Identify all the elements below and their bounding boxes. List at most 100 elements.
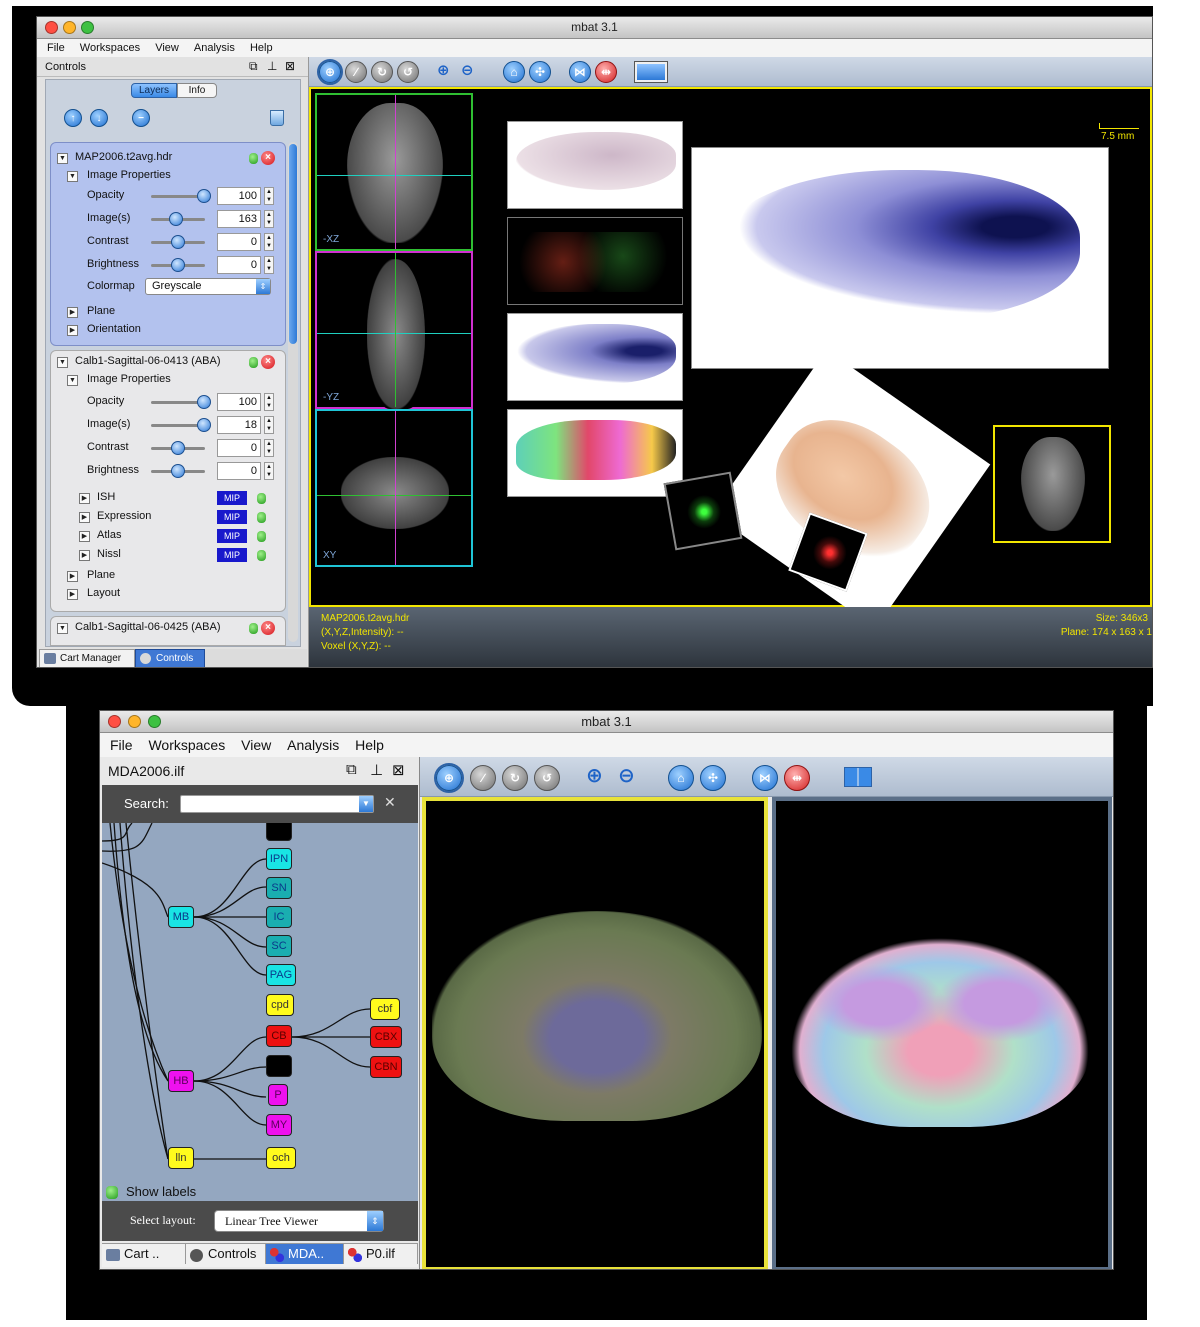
collapse-toggle[interactable]: ▼ <box>67 171 78 182</box>
brightness-slider-knob[interactable] <box>171 464 185 478</box>
tree-node-cb[interactable]: CB <box>266 1025 292 1047</box>
contrast-slider-knob[interactable] <box>171 235 185 249</box>
zoom-window-button[interactable] <box>148 715 161 728</box>
layout-select[interactable]: Linear Tree Viewer ⇕ <box>214 1210 384 1232</box>
tree-node-och[interactable]: och <box>266 1147 296 1169</box>
pin-icon[interactable]: ⊥ <box>267 59 277 73</box>
delete-layer-button[interactable]: × <box>261 151 275 165</box>
images-field[interactable]: 163 <box>217 210 261 228</box>
brightness-field[interactable]: 0 <box>217 256 261 274</box>
tree-node-lln[interactable]: lln <box>168 1147 194 1169</box>
remove-icon[interactable]: − <box>132 109 150 127</box>
tab-cart-manager[interactable]: Cart Manager <box>39 649 135 667</box>
close-panel-icon[interactable]: ⊠ <box>285 59 295 73</box>
collapse-toggle[interactable]: ▼ <box>57 357 68 368</box>
tree-node-ipn[interactable]: IPN <box>266 848 292 870</box>
visibility-toggle[interactable] <box>249 623 258 634</box>
view-xy[interactable]: XY <box>315 409 473 567</box>
tree-node-sc[interactable]: SC <box>266 935 292 957</box>
pin-icon[interactable]: ⊥ <box>370 761 383 779</box>
contrast-field[interactable]: 0 <box>217 439 261 457</box>
expand-toggle[interactable]: ▶ <box>67 307 78 318</box>
dropdown-arrow-icon[interactable]: ▼ <box>359 796 373 812</box>
viewer-left[interactable] <box>422 797 768 1269</box>
expand-toggle[interactable]: ▶ <box>67 589 78 600</box>
tree-node-sn[interactable]: SN <box>266 877 292 899</box>
menu-help[interactable]: Help <box>244 39 279 57</box>
collapse-toggle[interactable]: ▼ <box>57 623 68 634</box>
tree-node-cbx[interactable]: CBX <box>370 1026 402 1048</box>
mip-badge[interactable]: MIP <box>217 510 247 524</box>
zoom-in-icon[interactable]: ⊕ <box>437 61 450 79</box>
contrast-stepper[interactable]: ▲ ▼ <box>264 439 274 457</box>
mip-badge[interactable]: MIP <box>217 491 247 505</box>
expand-toggle[interactable]: ▶ <box>79 550 90 561</box>
expand-toggle[interactable]: ▶ <box>67 325 78 336</box>
brightness-field[interactable]: 0 <box>217 462 261 480</box>
tab-info[interactable]: Info <box>177 83 217 98</box>
opacity-field[interactable]: 100 <box>217 393 261 411</box>
green-neuron-view[interactable] <box>663 471 743 551</box>
crosshair-icon[interactable]: ⊕ <box>317 59 343 85</box>
images-stepper[interactable]: ▲ ▼ <box>264 416 274 434</box>
images-slider-knob[interactable] <box>169 212 183 226</box>
tree-node-my[interactable]: MY <box>266 1114 292 1136</box>
tab-controls[interactable]: Controls <box>135 649 205 667</box>
fit-icon[interactable]: ✣ <box>700 765 726 791</box>
contrast-field[interactable]: 0 <box>217 233 261 251</box>
tree-node-pag[interactable]: PAG <box>266 964 296 986</box>
scrollbar-thumb[interactable] <box>289 144 297 344</box>
inset-view[interactable] <box>993 425 1111 543</box>
crosshair-icon[interactable]: ⊕ <box>434 763 464 793</box>
tree-view[interactable]: IPN SN IC SC MB PAG cpd CB HB P MY lln o… <box>102 823 418 1191</box>
slice-icon[interactable]: ∕ <box>345 61 367 83</box>
opacity-slider-knob[interactable] <box>197 189 211 203</box>
unlink-icon[interactable]: ⇹ <box>784 765 810 791</box>
tab-cart[interactable]: Cart .. <box>102 1244 186 1264</box>
expand-toggle[interactable]: ▶ <box>67 571 78 582</box>
fit-icon[interactable]: ✣ <box>529 61 551 83</box>
images-stepper[interactable]: ▲ ▼ <box>264 210 274 228</box>
viewer-area[interactable]: -XZ -YZ XY 7.5 mm <box>309 87 1152 629</box>
large-nissl-view[interactable] <box>691 147 1109 369</box>
thumb-atlas[interactable] <box>507 409 683 497</box>
thumb-expression[interactable] <box>507 217 683 305</box>
menu-analysis[interactable]: Analysis <box>281 733 345 757</box>
menu-file[interactable]: File <box>41 39 71 57</box>
minimize-window-button[interactable] <box>128 715 141 728</box>
tree-node-unlabeled[interactable] <box>266 1055 292 1077</box>
arrow-up-icon[interactable]: ↑ <box>64 109 82 127</box>
home-icon[interactable]: ⌂ <box>668 765 694 791</box>
opacity-stepper[interactable]: ▲ ▼ <box>264 393 274 411</box>
tab-p0[interactable]: P0.ilf <box>344 1244 418 1264</box>
channel-visibility-toggle[interactable] <box>257 512 266 523</box>
channel-visibility-toggle[interactable] <box>257 493 266 504</box>
link-icon[interactable]: ⋈ <box>752 765 778 791</box>
split-layout-icon[interactable] <box>844 767 872 787</box>
tree-node-cpd[interactable]: cpd <box>266 994 294 1016</box>
reset-rotate-icon[interactable]: ↺ <box>534 765 560 791</box>
view-xz[interactable]: -XZ <box>315 93 473 251</box>
tree-node-hb[interactable]: HB <box>168 1070 194 1092</box>
close-panel-icon[interactable]: ⊠ <box>392 761 405 779</box>
opacity-stepper[interactable]: ▲ ▼ <box>264 187 274 205</box>
menu-workspaces[interactable]: Workspaces <box>142 733 231 757</box>
layout-icon[interactable] <box>634 61 668 83</box>
menu-analysis[interactable]: Analysis <box>188 39 241 57</box>
tree-node-p[interactable]: P <box>268 1084 288 1106</box>
opacity-field[interactable]: 100 <box>217 187 261 205</box>
zoom-out-icon[interactable]: ⊖ <box>461 61 474 79</box>
tab-mda[interactable]: MDA.. <box>266 1244 344 1264</box>
rotate-icon[interactable]: ↻ <box>502 765 528 791</box>
zoom-out-icon[interactable]: ⊖ <box>618 763 635 788</box>
menu-file[interactable]: File <box>104 733 139 757</box>
tree-node-cbf[interactable]: cbf <box>370 998 400 1020</box>
rotated-section-view[interactable] <box>711 349 991 629</box>
contrast-slider-knob[interactable] <box>171 441 185 455</box>
view-yz[interactable]: -YZ <box>315 251 473 409</box>
collapse-toggle[interactable]: ▼ <box>67 375 78 386</box>
close-window-button[interactable] <box>108 715 121 728</box>
clear-search-icon[interactable]: ✕ <box>384 794 396 811</box>
contrast-stepper[interactable]: ▲ ▼ <box>264 233 274 251</box>
collapse-toggle[interactable]: ▼ <box>57 153 68 164</box>
